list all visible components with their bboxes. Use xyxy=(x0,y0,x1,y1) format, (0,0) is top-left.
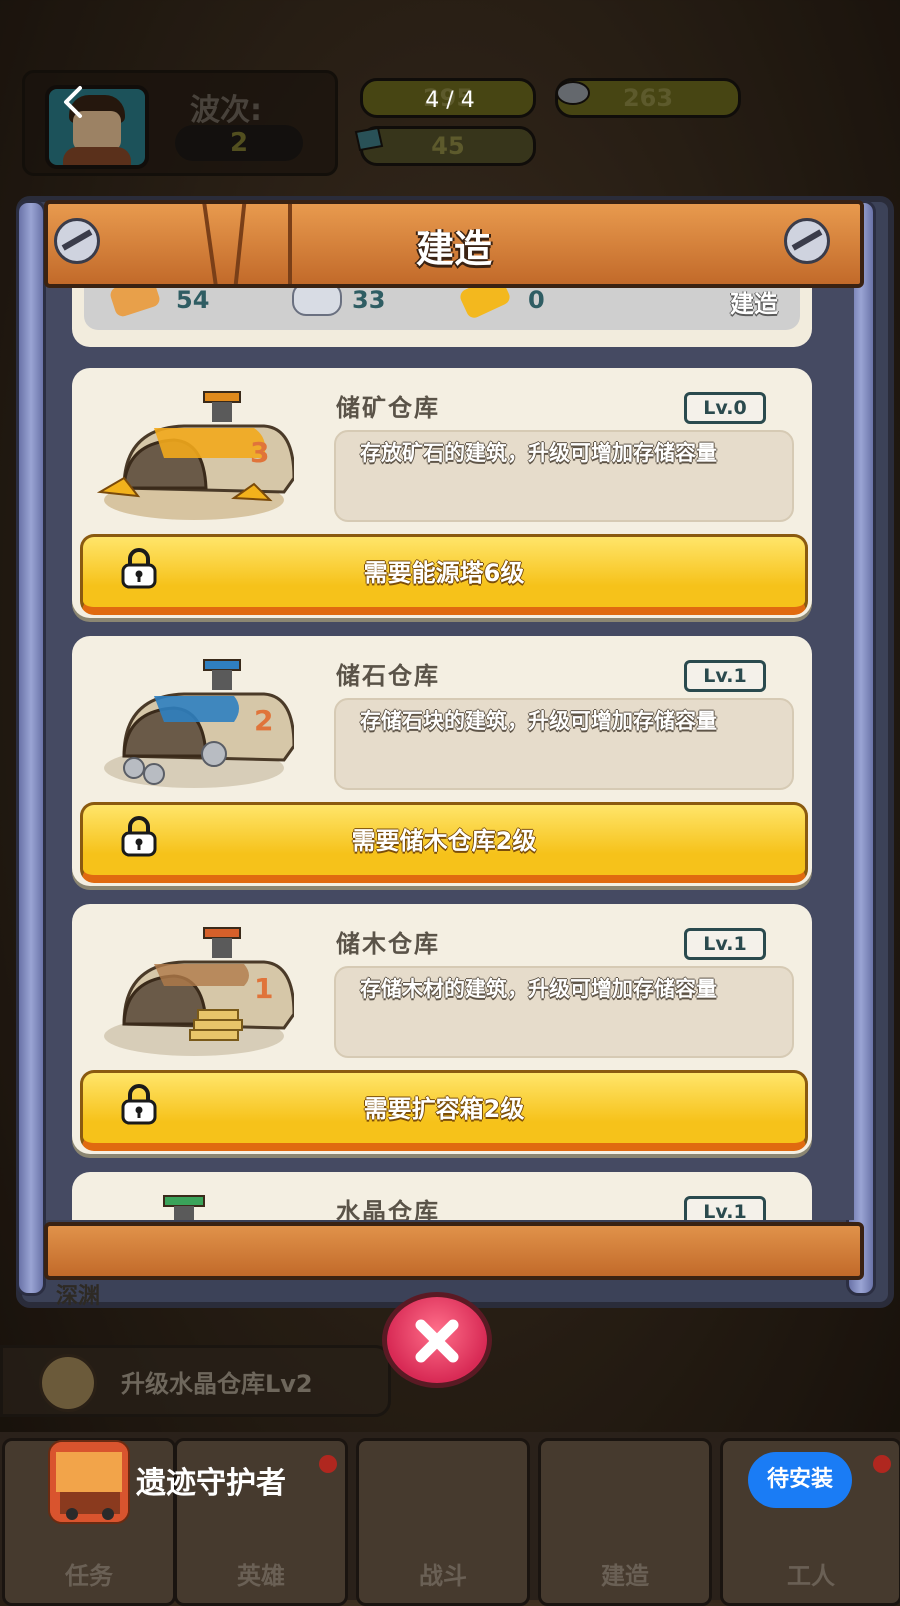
building-description: 存储木材的建筑，升级可增加存储容量 xyxy=(360,977,717,1001)
level-badge: Lv.1 xyxy=(684,928,766,960)
building-card-stone-storage: 2 储石仓库 Lv.1 存储石块的建筑，升级可增加存储容量 需要储木仓库2级 xyxy=(72,636,812,886)
build-button[interactable]: 建造 xyxy=(730,284,778,319)
building-description: 存储石块的建筑，升级可增加存储容量 xyxy=(360,709,717,733)
crystal-storage-illustration xyxy=(163,1195,205,1220)
stone-cost: 33 xyxy=(352,286,386,314)
panel-header: 建造 xyxy=(44,200,864,288)
building-list[interactable]: 54 33 0 建造 3 储矿仓库 Lv.0 存放矿石的建筑，升级可增加存储容量 xyxy=(46,282,854,1220)
locked-upgrade-button[interactable]: 需要储木仓库2级 xyxy=(80,802,808,883)
tab-label: 战斗 xyxy=(419,1562,467,1590)
building-description: 存放矿石的建筑，升级可增加存储容量 xyxy=(360,441,717,465)
panel-rail-left xyxy=(16,200,46,1296)
app-name: 遗迹守护者 xyxy=(136,1466,286,1501)
tab-label: 工人 xyxy=(787,1562,835,1590)
abyss-label: 深渊 xyxy=(56,1284,101,1309)
locked-upgrade-button[interactable]: 需要扩容箱2级 xyxy=(80,1070,808,1151)
panel-footer xyxy=(44,1222,864,1280)
building-card-wood-storage: 1 储木仓库 Lv.1 存储木材的建筑，升级可增加存储容量 需要扩容箱2级 xyxy=(72,904,812,1154)
chevron-left-icon xyxy=(64,86,82,118)
screw-icon xyxy=(54,218,100,264)
level-badge: Lv.1 xyxy=(684,1196,766,1220)
page-counter: 4 / 4 xyxy=(425,88,475,113)
building-name: 储石仓库 xyxy=(336,662,440,690)
svg-text:3: 3 xyxy=(250,436,269,469)
svg-text:2: 2 xyxy=(254,704,273,737)
level-badge: Lv.1 xyxy=(684,660,766,692)
app-logo-icon xyxy=(50,1442,128,1522)
requirement-text: 需要扩容箱2级 xyxy=(363,1095,525,1123)
tab-label: 任务 xyxy=(65,1562,113,1590)
requirement-text: 需要能源塔6级 xyxy=(363,559,525,587)
svg-text:1: 1 xyxy=(254,972,273,1005)
quest-bar[interactable]: 升级水晶仓库Lv2 xyxy=(0,1345,391,1417)
tab-label: 英雄 xyxy=(237,1562,285,1590)
building-card-ore-storage: 3 储矿仓库 Lv.0 存放矿石的建筑，升级可增加存储容量 需要能源塔6级 xyxy=(72,368,812,618)
building-name: 储矿仓库 xyxy=(336,394,440,422)
wood-storage-illustration: 1 xyxy=(104,927,294,1056)
screw-icon xyxy=(784,218,830,264)
quest-text: 升级水晶仓库Lv2 xyxy=(121,1370,313,1398)
wood-cost: 54 xyxy=(176,286,210,314)
locked-upgrade-button[interactable]: 需要能源塔6级 xyxy=(80,534,808,615)
description-box: 存放矿石的建筑，升级可增加存储容量 xyxy=(334,430,794,522)
description-box: 存储石块的建筑，升级可增加存储容量 xyxy=(334,698,794,790)
star-badge-icon xyxy=(39,1354,97,1412)
description-box: 存储木材的建筑，升级可增加存储容量 xyxy=(334,966,794,1058)
tab-label: 建造 xyxy=(601,1562,649,1590)
building-name: 水晶仓库 xyxy=(336,1198,440,1220)
requirement-text: 需要储木仓库2级 xyxy=(351,827,537,855)
ore-storage-illustration: 3 xyxy=(96,391,294,520)
back-button[interactable] xyxy=(52,80,96,124)
building-card-crystal-storage: 水晶仓库 Lv.1 xyxy=(72,1172,812,1220)
gold-cost: 0 xyxy=(528,286,545,314)
building-name: 储木仓库 xyxy=(336,930,440,958)
install-banner: 遗迹守护者 待安装 xyxy=(0,1432,900,1532)
stone-storage-illustration: 2 xyxy=(104,659,294,788)
level-badge: Lv.0 xyxy=(684,392,766,424)
install-button[interactable]: 待安装 xyxy=(748,1452,852,1508)
app-icon[interactable] xyxy=(48,1440,130,1524)
close-button[interactable] xyxy=(382,1292,492,1388)
build-cost-card: 54 33 0 建造 xyxy=(72,282,812,347)
panel-title: 建造 xyxy=(415,227,492,271)
close-icon xyxy=(415,1319,459,1363)
